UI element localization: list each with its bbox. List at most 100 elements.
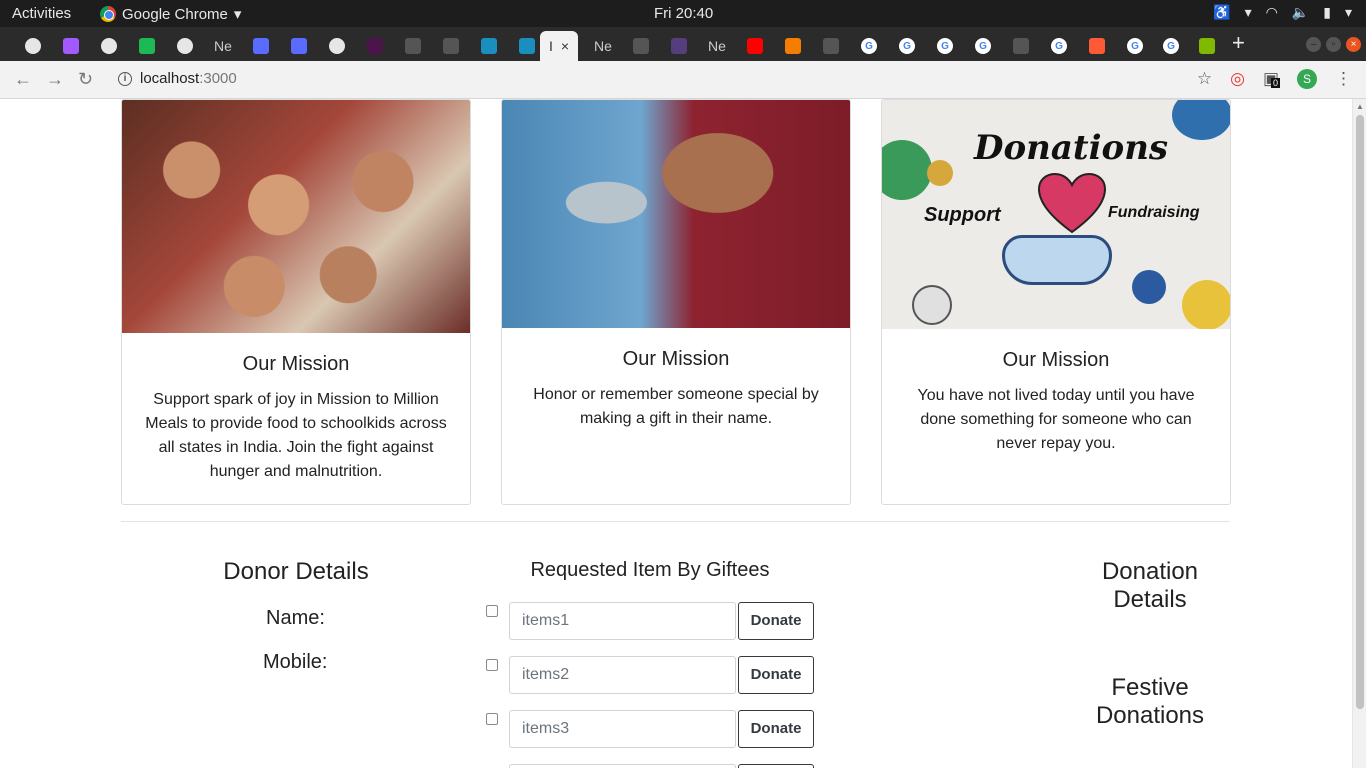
- browser-tab[interactable]: [1002, 31, 1040, 61]
- browser-tab[interactable]: [52, 31, 90, 61]
- close-icon[interactable]: ×: [561, 38, 569, 54]
- children-photo: [122, 100, 470, 333]
- item-input[interactable]: items3: [509, 710, 736, 748]
- divider: [121, 521, 1230, 522]
- app-menu[interactable]: Google Chrome ▾: [100, 5, 241, 23]
- chevron-down-icon: ▾: [1344, 4, 1352, 20]
- browser-tab[interactable]: G: [926, 31, 964, 61]
- wifi-icon: ◠: [1265, 4, 1278, 20]
- browser-tab[interactable]: [660, 31, 698, 61]
- browser-tab[interactable]: G: [1040, 31, 1078, 61]
- chrome-icon: [100, 6, 116, 22]
- donate-button[interactable]: Donate: [738, 656, 814, 694]
- browser-tab[interactable]: G: [850, 31, 888, 61]
- scrollbar-thumb[interactable]: [1356, 115, 1364, 709]
- star-icon[interactable]: ☆: [1197, 69, 1212, 89]
- item-input[interactable]: items1: [509, 602, 736, 640]
- url-field[interactable]: i localhost:3000: [118, 70, 237, 87]
- scrollbar[interactable]: ▲: [1352, 99, 1366, 768]
- hand-icon: [1002, 235, 1112, 285]
- item-checkbox[interactable]: [486, 713, 498, 725]
- donor-details-title: Donor Details: [223, 558, 369, 585]
- youtube-icon: [747, 38, 763, 54]
- card-title: Our Mission: [242, 353, 350, 375]
- extension-icon[interactable]: ▣0: [1263, 69, 1280, 89]
- donate-button[interactable]: Donate: [738, 602, 814, 640]
- browser-tab[interactable]: [280, 31, 318, 61]
- item-input[interactable]: items2: [509, 656, 736, 694]
- mobile-label: Mobile:: [263, 651, 328, 673]
- tab-icon: [443, 38, 459, 54]
- card-text: Honor or remember someone special by mak…: [533, 386, 819, 427]
- mission-card-1: Our Mission Support spark of joy in Miss…: [121, 99, 471, 505]
- item-input[interactable]: [509, 764, 736, 768]
- browser-tab[interactable]: [1078, 31, 1116, 61]
- github-icon: [177, 38, 193, 54]
- google-icon: G: [1127, 38, 1143, 54]
- browser-tab[interactable]: Ne: [698, 31, 736, 61]
- back-icon[interactable]: ←: [14, 69, 32, 90]
- accessibility-icon[interactable]: ♿: [1213, 4, 1230, 21]
- browser-tab[interactable]: G: [1116, 31, 1154, 61]
- browser-tab[interactable]: Ne: [584, 31, 622, 61]
- google-icon: G: [899, 38, 915, 54]
- browser-tab[interactable]: G: [888, 31, 926, 61]
- extension-badge: 0: [1270, 78, 1280, 88]
- browser-tab[interactable]: [432, 31, 470, 61]
- tab-icon: [823, 38, 839, 54]
- minimize-icon[interactable]: –: [1306, 37, 1321, 52]
- card-title: Our Mission: [1002, 349, 1110, 371]
- browser-tab[interactable]: [166, 31, 204, 61]
- browser-tab[interactable]: [1188, 31, 1226, 61]
- item-checkbox[interactable]: [486, 605, 498, 617]
- github-icon: [101, 38, 117, 54]
- browser-tab[interactable]: [622, 31, 660, 61]
- new-tab-icon[interactable]: +: [1232, 30, 1245, 56]
- forward-icon[interactable]: →: [46, 69, 64, 90]
- activities-button[interactable]: Activities: [12, 5, 71, 22]
- avatar[interactable]: S: [1297, 69, 1317, 89]
- tab-label: Ne: [214, 38, 232, 54]
- close-icon[interactable]: ×: [1346, 37, 1361, 52]
- blogger-icon: [785, 38, 801, 54]
- heart-icon: [1037, 172, 1107, 234]
- browser-tab[interactable]: [318, 31, 356, 61]
- browser-tab[interactable]: [242, 31, 280, 61]
- browser-tab[interactable]: I ×: [540, 31, 578, 61]
- clock[interactable]: Fri 20:40: [654, 5, 713, 22]
- microsoft-icon: [1199, 38, 1215, 54]
- scroll-up-icon[interactable]: ▲: [1356, 102, 1364, 111]
- donate-button[interactable]: Donate: [738, 710, 814, 748]
- item-checkbox[interactable]: [486, 659, 498, 671]
- url-port: :3000: [199, 70, 237, 87]
- donations-illustration: Donations Support Fundraising: [882, 100, 1230, 329]
- system-tray[interactable]: ♿ ▾ ◠ 🔈 ▮ ▾: [1213, 4, 1352, 21]
- info-icon[interactable]: i: [118, 71, 132, 86]
- browser-tab[interactable]: [736, 31, 774, 61]
- extension-icon[interactable]: ◎: [1230, 69, 1245, 89]
- react-icon: [481, 38, 497, 54]
- browser-tab[interactable]: [14, 31, 52, 61]
- google-icon: G: [975, 38, 991, 54]
- browser-tab[interactable]: [128, 31, 166, 61]
- support-word: Support: [924, 204, 1001, 226]
- maximize-icon[interactable]: ▫: [1326, 37, 1341, 52]
- browser-tab[interactable]: [774, 31, 812, 61]
- reload-icon[interactable]: ↻: [78, 69, 93, 90]
- browser-tab[interactable]: [812, 31, 850, 61]
- browser-tab[interactable]: [394, 31, 432, 61]
- browser-tab[interactable]: [90, 31, 128, 61]
- browser-tab[interactable]: Ne: [204, 31, 242, 61]
- browser-tab[interactable]: G: [1152, 31, 1190, 61]
- donate-button[interactable]: [738, 764, 814, 768]
- tab-strip: Ne I × Ne Ne G G G G G G G: [0, 27, 1366, 61]
- menu-icon[interactable]: ⋮: [1335, 69, 1352, 89]
- google-icon: G: [1163, 38, 1179, 54]
- festive-donations-title: Festive Donations: [1070, 674, 1230, 730]
- browser-tab[interactable]: G: [964, 31, 1002, 61]
- tab-label: Ne: [594, 38, 612, 54]
- loading-icon: [1089, 38, 1105, 54]
- system-top-bar: Activities Google Chrome ▾ Fri 20:40 ♿ ▾…: [0, 0, 1366, 27]
- browser-tab[interactable]: [356, 31, 394, 61]
- browser-tab[interactable]: [470, 31, 508, 61]
